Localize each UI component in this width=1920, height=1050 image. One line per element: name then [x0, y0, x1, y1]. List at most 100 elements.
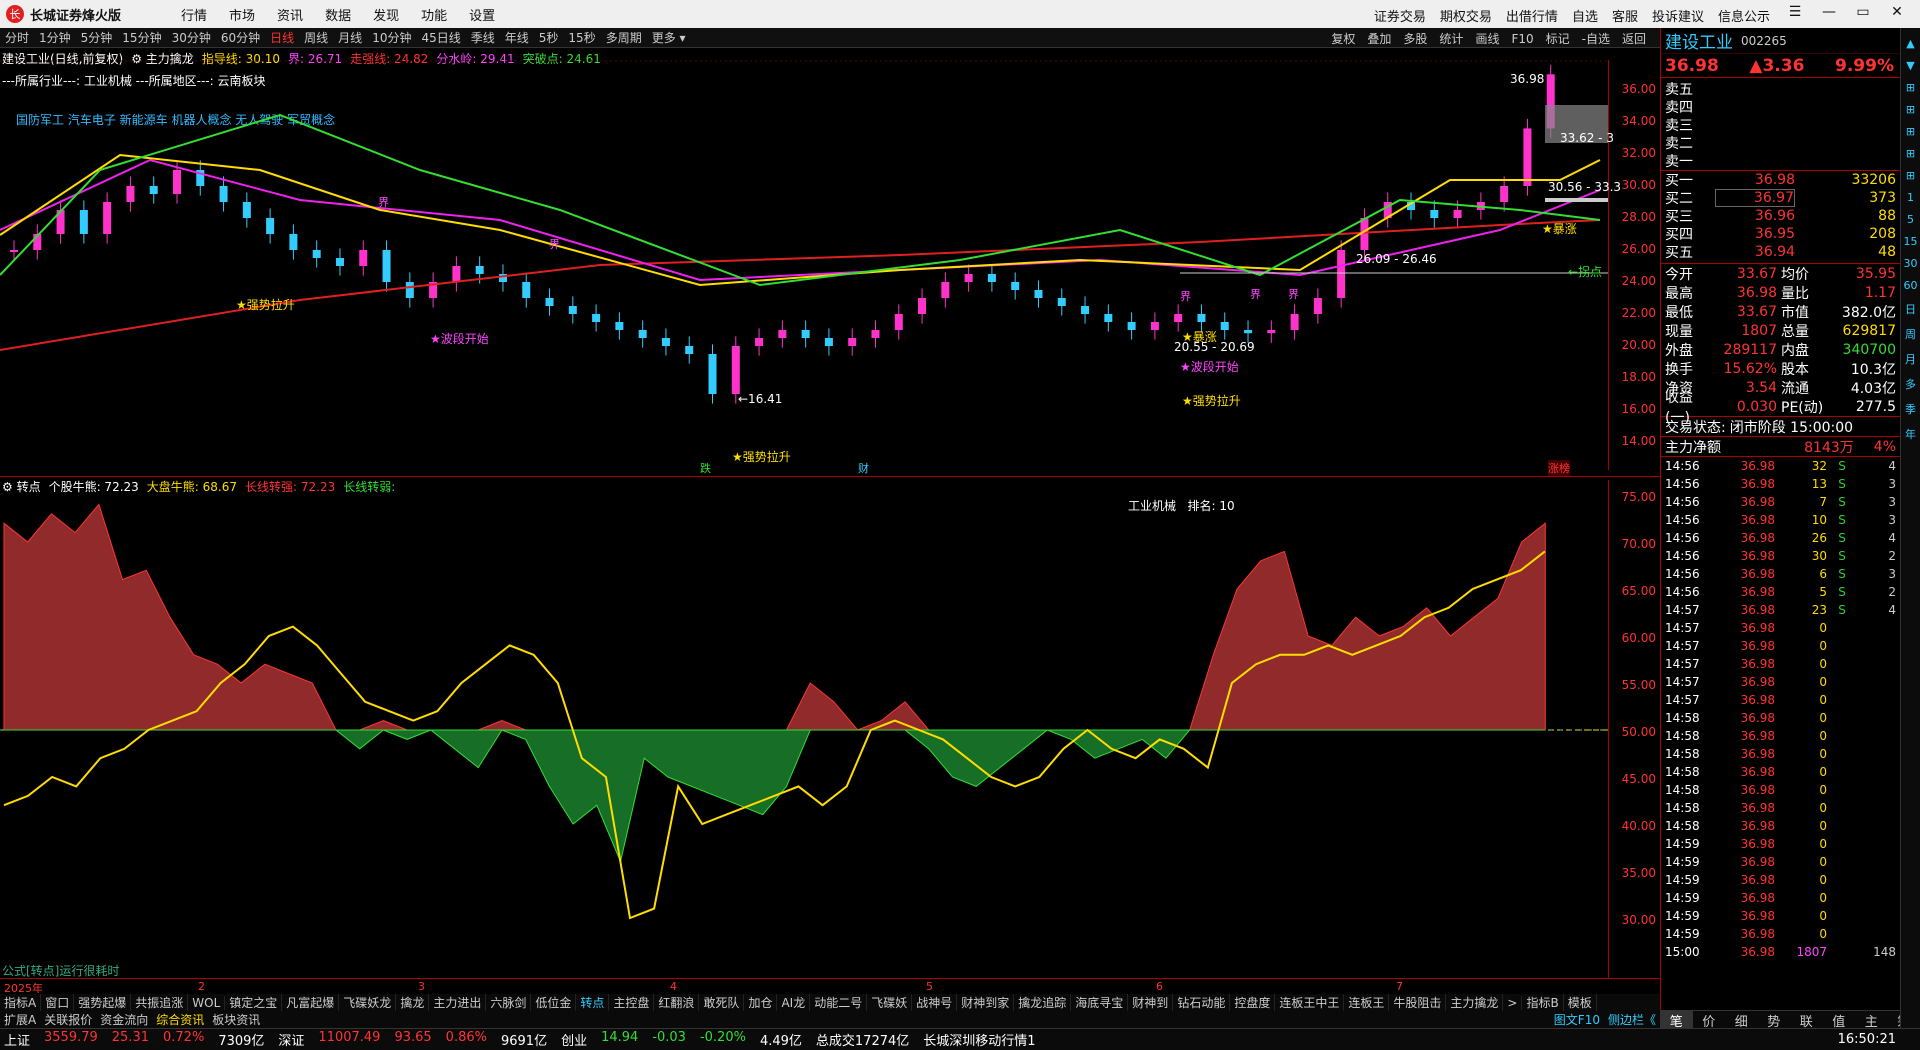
indicator-tab-2[interactable]: 强势起爆: [74, 994, 132, 1011]
ask-row[interactable]: 卖一: [1661, 152, 1900, 170]
period-tab-13[interactable]: 5秒: [534, 29, 564, 46]
chart-tool-5[interactable]: F10: [1505, 32, 1539, 46]
right-tab-0[interactable]: 笔: [1660, 1011, 1693, 1030]
indicator-tab-25[interactable]: 钻石动能: [1173, 994, 1231, 1011]
side-tool-icon[interactable]: ⊞: [1906, 169, 1915, 182]
menu-item-5[interactable]: 功能: [421, 9, 447, 24]
chart-tool-2[interactable]: 多股: [1397, 32, 1433, 46]
bottom-right-btn-0[interactable]: 图文F10: [1550, 1011, 1604, 1028]
side-period-8[interactable]: 多: [1905, 376, 1916, 392]
indicator-tab-30[interactable]: 主力擒龙: [1446, 994, 1504, 1011]
right-menu-item-0[interactable]: 证券交易: [1374, 10, 1426, 25]
right-menu-item-1[interactable]: 期权交易: [1440, 10, 1492, 25]
side-tool-icon[interactable]: ⊞: [1906, 125, 1915, 138]
right-menu-item-2[interactable]: 出借行情: [1506, 10, 1558, 25]
menu-item-3[interactable]: 数据: [325, 9, 351, 24]
indicator-tab-3[interactable]: 共振追涨: [131, 994, 189, 1011]
menu-item-2[interactable]: 资讯: [277, 9, 303, 24]
indicator-tab-13[interactable]: 主控盘: [609, 994, 655, 1011]
indicator-tab-7[interactable]: 飞碟妖龙: [339, 994, 397, 1011]
side-period-5[interactable]: 日: [1905, 301, 1916, 317]
period-tab-16[interactable]: 更多 ▾: [647, 29, 691, 46]
side-period-3[interactable]: 30: [1904, 257, 1918, 270]
menu-item-4[interactable]: 发现: [373, 9, 399, 24]
indicator-tab-12[interactable]: 转点: [576, 994, 610, 1011]
indicator-tab-6[interactable]: 凡富起爆: [282, 994, 340, 1011]
indicator-tab-31[interactable]: >: [1503, 995, 1523, 1010]
maximize-icon[interactable]: ▭: [1846, 4, 1880, 20]
indicator-tab-18[interactable]: 动能二号: [810, 994, 868, 1011]
side-tool-icon[interactable]: ▼: [1906, 59, 1914, 72]
bid-row[interactable]: 买二 36.97 373: [1661, 189, 1900, 207]
period-tab-11[interactable]: 季线: [466, 29, 500, 46]
chart-tool-1[interactable]: 叠加: [1361, 32, 1397, 46]
tick-list[interactable]: 14:56 36.98 32 S 4 14:56 36.98 13 S 3 14:56 36.98 7 S…: [1661, 457, 1900, 961]
indicator-tab-5[interactable]: 镇定之宝: [225, 994, 283, 1011]
pane-separator[interactable]: [0, 476, 1660, 477]
chart-tool-3[interactable]: 统计: [1433, 32, 1469, 46]
right-tab-4[interactable]: 联: [1790, 1011, 1823, 1030]
indicator-tab-8[interactable]: 擒龙: [396, 994, 430, 1011]
indicator-tab-33[interactable]: 模板: [1564, 994, 1597, 1011]
menu-item-1[interactable]: 市场: [229, 9, 255, 24]
period-tab-4[interactable]: 30分钟: [167, 29, 216, 46]
side-period-0[interactable]: 1: [1907, 191, 1914, 204]
indicator-tab-27[interactable]: 连板王中王: [1275, 994, 1345, 1011]
side-period-6[interactable]: 周: [1905, 326, 1916, 342]
indicator-tab-15[interactable]: 敢死队: [699, 994, 745, 1011]
side-period-9[interactable]: 季: [1905, 401, 1916, 417]
menu-item-0[interactable]: 行情: [181, 9, 207, 24]
period-tab-6[interactable]: 日线: [265, 29, 299, 46]
right-menu-item-5[interactable]: 投诉建议: [1652, 10, 1704, 25]
side-period-4[interactable]: 60: [1904, 279, 1918, 292]
period-tab-12[interactable]: 年线: [500, 29, 534, 46]
chart-tool-4[interactable]: 画线: [1469, 32, 1505, 46]
indicator-tab-9[interactable]: 主力进出: [429, 994, 487, 1011]
side-period-10[interactable]: 年: [1905, 426, 1916, 442]
bid-row[interactable]: 买一 36.98 33206: [1661, 171, 1900, 189]
menu-item-6[interactable]: 设置: [469, 9, 495, 24]
period-tab-10[interactable]: 45日线: [416, 29, 465, 46]
right-menu-item-3[interactable]: 自选: [1572, 10, 1598, 25]
period-tab-5[interactable]: 60分钟: [216, 29, 265, 46]
chart-tool-0[interactable]: 复权: [1325, 32, 1361, 46]
indicator-tab-19[interactable]: 飞碟妖: [867, 994, 913, 1011]
chart-tool-8[interactable]: 返回: [1616, 32, 1652, 46]
ask-row[interactable]: 卖四: [1661, 98, 1900, 116]
right-tab-1[interactable]: 价: [1693, 1011, 1726, 1030]
chart-tool-7[interactable]: -自选: [1576, 32, 1616, 46]
indicator-tab-14[interactable]: 红翻浪: [654, 994, 700, 1011]
side-period-1[interactable]: 5: [1907, 213, 1914, 226]
kline-chart[interactable]: [0, 60, 1608, 476]
indicator-tab-17[interactable]: AI龙: [777, 994, 811, 1011]
bid-row[interactable]: 买四 36.95 208: [1661, 225, 1900, 243]
indicator-tab-29[interactable]: 牛股阻击: [1389, 994, 1447, 1011]
ext-tab-2[interactable]: 资金流向: [96, 1011, 152, 1028]
indicator-tab-11[interactable]: 低位金: [531, 994, 577, 1011]
side-tool-icon[interactable]: ⊞: [1906, 147, 1915, 160]
side-tool-icon[interactable]: ⊞: [1906, 81, 1915, 94]
side-tool-icon[interactable]: ⊞: [1906, 103, 1915, 116]
indicator-tab-23[interactable]: 海底寻宝: [1071, 994, 1129, 1011]
close-icon[interactable]: ✕: [1880, 4, 1914, 20]
ask-row[interactable]: 卖三: [1661, 116, 1900, 134]
indicator-tab-10[interactable]: 六脉剑: [486, 994, 532, 1011]
ask-row[interactable]: 卖五: [1661, 80, 1900, 98]
period-tab-0[interactable]: 分时: [0, 29, 34, 46]
period-tab-9[interactable]: 10分钟: [367, 29, 416, 46]
period-tab-15[interactable]: 多周期: [601, 29, 647, 46]
indicator-tab-28[interactable]: 连板王: [1344, 994, 1390, 1011]
bid-row[interactable]: 买五 36.94 48: [1661, 243, 1900, 261]
right-tab-5[interactable]: 值: [1823, 1011, 1856, 1030]
indicator-tab-1[interactable]: 窗口: [41, 994, 75, 1011]
period-tab-7[interactable]: 周线: [299, 29, 333, 46]
minimize-icon[interactable]: —: [1812, 4, 1846, 20]
period-tab-3[interactable]: 15分钟: [117, 29, 166, 46]
indicator-tab-16[interactable]: 加仓: [744, 994, 778, 1011]
indicator-tab-24[interactable]: 财神到: [1128, 994, 1174, 1011]
period-tab-1[interactable]: 1分钟: [34, 29, 76, 46]
event-die-marker[interactable]: 跌: [700, 460, 711, 476]
ext-tab-4[interactable]: 板块资讯: [208, 1011, 264, 1028]
indicator-tab-20[interactable]: 战神号: [912, 994, 958, 1011]
event-limit-up-marker[interactable]: 涨榜: [1548, 460, 1570, 476]
